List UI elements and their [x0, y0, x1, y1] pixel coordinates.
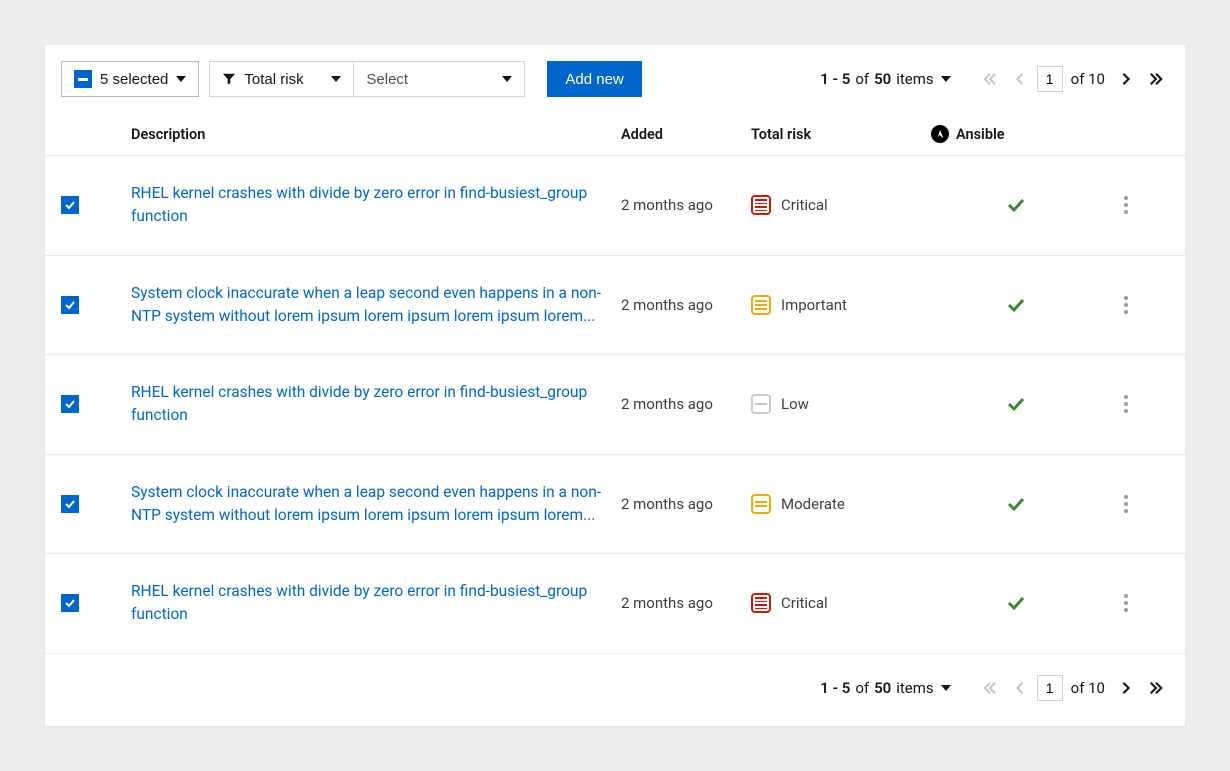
pagination-top: 1 - 5 of 50 items of 10: [820, 63, 1169, 95]
header-total-risk: Total risk: [751, 126, 931, 143]
row-checkbox[interactable]: [61, 594, 79, 612]
filter-icon: [222, 72, 236, 86]
table-row: RHEL kernel crashes with divide by zero …: [45, 156, 1185, 256]
add-new-button[interactable]: Add new: [547, 61, 641, 97]
added-label: 2 months ago: [621, 495, 751, 513]
added-label: 2 months ago: [621, 395, 751, 413]
ansible-supported-icon: [931, 496, 1101, 512]
page-total-label: of 10: [1071, 70, 1105, 88]
last-page-button[interactable]: [1143, 672, 1169, 704]
filter-attribute-dropdown[interactable]: Total risk: [209, 61, 354, 97]
description-link[interactable]: RHEL kernel crashes with divide by zero …: [131, 580, 611, 627]
header-ansible-label: Ansible: [956, 126, 1005, 143]
risk-label: Moderate: [781, 495, 845, 513]
description-link[interactable]: RHEL kernel crashes with divide by zero …: [131, 182, 611, 229]
bulk-select-dropdown[interactable]: 5 selected: [61, 61, 199, 97]
risk-label: Low: [781, 395, 809, 413]
main-panel: 5 selected Total risk Select Add new 1 -…: [45, 45, 1185, 726]
added-label: 2 months ago: [621, 594, 751, 612]
page-nav: of 10: [977, 672, 1169, 704]
description-link[interactable]: System clock inaccurate when a leap seco…: [131, 481, 611, 528]
risk-moderate-icon: [751, 494, 771, 514]
next-page-button[interactable]: [1113, 63, 1139, 95]
caret-down-icon: [941, 76, 951, 82]
page-number-input[interactable]: [1037, 66, 1063, 92]
row-actions-button[interactable]: [1116, 395, 1136, 413]
page-total-label: of 10: [1071, 679, 1105, 697]
row-actions-button[interactable]: [1116, 495, 1136, 513]
column-headers: Description Added Total risk Ansible: [45, 113, 1185, 156]
ansible-icon: [931, 125, 949, 143]
caret-down-icon: [176, 76, 186, 82]
row-checkbox[interactable]: [61, 495, 79, 513]
row-checkbox[interactable]: [61, 196, 79, 214]
risk-cell: Critical: [751, 195, 931, 215]
added-label: 2 months ago: [621, 196, 751, 214]
risk-critical-icon: [751, 593, 771, 613]
risk-cell: Low: [751, 394, 931, 414]
pagination-items: items: [896, 70, 933, 88]
page-number-input[interactable]: [1037, 675, 1063, 701]
risk-low-icon: [751, 394, 771, 414]
row-actions-button[interactable]: [1116, 594, 1136, 612]
next-page-button[interactable]: [1113, 672, 1139, 704]
risk-important-icon: [751, 295, 771, 315]
last-page-button[interactable]: [1143, 63, 1169, 95]
pagination-summary[interactable]: 1 - 5 of 50 items: [820, 70, 950, 88]
prev-page-button[interactable]: [1007, 672, 1033, 704]
filter-attribute-label: Total risk: [244, 71, 323, 88]
pagination-total: 50: [874, 70, 891, 88]
checkbox-partial-icon: [74, 70, 92, 88]
ansible-supported-icon: [931, 396, 1101, 412]
filter-value-dropdown[interactable]: Select: [354, 61, 525, 97]
description-link[interactable]: RHEL kernel crashes with divide by zero …: [131, 381, 611, 428]
risk-cell: Moderate: [751, 494, 931, 514]
pagination-range: 1 - 5: [820, 679, 850, 697]
risk-label: Critical: [781, 594, 828, 612]
first-page-button[interactable]: [977, 63, 1003, 95]
toolbar: 5 selected Total risk Select Add new 1 -…: [45, 45, 1185, 113]
table-row: System clock inaccurate when a leap seco…: [45, 455, 1185, 555]
header-description: Description: [131, 126, 621, 143]
table-row: RHEL kernel crashes with divide by zero …: [45, 554, 1185, 653]
pagination-total: 50: [874, 679, 891, 697]
row-actions-button[interactable]: [1116, 196, 1136, 214]
bulk-select-label: 5 selected: [100, 71, 168, 88]
risk-cell: Critical: [751, 593, 931, 613]
pagination-bottom-bar: 1 - 5 of 50 items of 10: [45, 653, 1185, 726]
caret-down-icon: [941, 685, 951, 691]
rows-container: RHEL kernel crashes with divide by zero …: [45, 156, 1185, 653]
pagination-of: of: [855, 70, 869, 88]
risk-critical-icon: [751, 195, 771, 215]
caret-down-icon: [502, 76, 512, 82]
row-checkbox[interactable]: [61, 296, 79, 314]
pagination-bottom: 1 - 5 of 50 items of 10: [820, 672, 1169, 704]
pagination-items: items: [896, 679, 933, 697]
pagination-range: 1 - 5: [820, 70, 850, 88]
page-nav: of 10: [977, 63, 1169, 95]
added-label: 2 months ago: [621, 296, 751, 314]
filter-group: Total risk Select: [209, 61, 525, 97]
caret-down-icon: [331, 76, 341, 82]
table-row: System clock inaccurate when a leap seco…: [45, 256, 1185, 356]
filter-value-placeholder: Select: [366, 71, 494, 88]
header-added: Added: [621, 126, 751, 143]
pagination-summary[interactable]: 1 - 5 of 50 items: [820, 679, 950, 697]
risk-cell: Important: [751, 295, 931, 315]
prev-page-button[interactable]: [1007, 63, 1033, 95]
row-checkbox[interactable]: [61, 395, 79, 413]
header-ansible: Ansible: [931, 125, 1101, 143]
first-page-button[interactable]: [977, 672, 1003, 704]
risk-label: Important: [781, 296, 847, 314]
row-actions-button[interactable]: [1116, 296, 1136, 314]
risk-label: Critical: [781, 196, 828, 214]
pagination-of: of: [855, 679, 869, 697]
ansible-supported-icon: [931, 197, 1101, 213]
table-row: RHEL kernel crashes with divide by zero …: [45, 355, 1185, 455]
ansible-supported-icon: [931, 595, 1101, 611]
ansible-supported-icon: [931, 297, 1101, 313]
description-link[interactable]: System clock inaccurate when a leap seco…: [131, 282, 611, 329]
